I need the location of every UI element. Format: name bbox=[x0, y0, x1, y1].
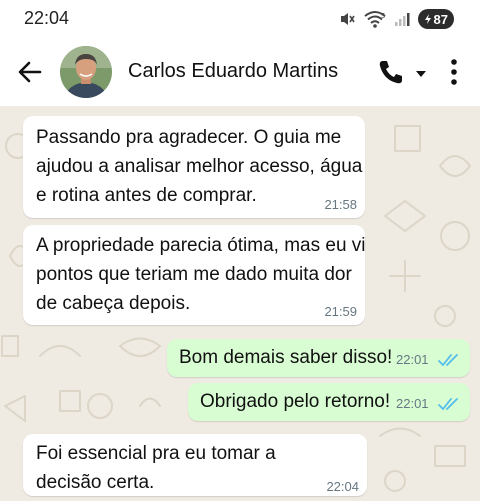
message-text: Obrigado pelo retorno! bbox=[200, 391, 391, 412]
status-icons: 5 87 bbox=[338, 8, 454, 30]
message-text: Bom demais saber disso! bbox=[179, 347, 393, 368]
status-time: 22:04 bbox=[24, 8, 70, 28]
svg-text:5: 5 bbox=[381, 12, 385, 20]
read-ticks-icon bbox=[438, 398, 458, 410]
phone-icon bbox=[379, 61, 402, 84]
message-outgoing[interactable]: Bom demais saber disso! 22:01 bbox=[167, 339, 470, 377]
message-time: 22:04 bbox=[326, 479, 359, 494]
avatar-image bbox=[60, 46, 112, 98]
message-incoming[interactable]: Passando pra agradecer. O guia me ajudou… bbox=[23, 116, 365, 218]
message-text: Foi essencial pra eu tomar a decisão cer… bbox=[36, 443, 276, 493]
battery-icon: 87 bbox=[417, 9, 454, 29]
message-text: A propriedade parecia ótima, mas eu vi p… bbox=[36, 235, 366, 314]
back-button[interactable] bbox=[16, 58, 44, 86]
battery-level: 87 bbox=[433, 11, 448, 27]
chevron-down-icon bbox=[416, 71, 426, 77]
call-options-button[interactable] bbox=[414, 66, 428, 77]
chat-header: Carlos Eduardo Martins bbox=[0, 38, 480, 106]
message-time: 21:59 bbox=[324, 304, 357, 319]
message-incoming[interactable]: A propriedade parecia ótima, mas eu vi p… bbox=[23, 225, 366, 325]
status-bar: 22:04 5 87 bbox=[0, 0, 480, 38]
more-vert-icon bbox=[451, 59, 457, 85]
signal-icon bbox=[394, 11, 410, 27]
read-ticks-icon bbox=[438, 354, 458, 366]
message-time: 22:01 bbox=[396, 352, 429, 367]
message-time: 21:58 bbox=[324, 197, 357, 212]
contact-name[interactable]: Carlos Eduardo Martins bbox=[128, 60, 338, 83]
mute-icon bbox=[338, 10, 356, 28]
more-options-button[interactable] bbox=[446, 56, 462, 88]
message-text: Passando pra agradecer. O guia me ajudou… bbox=[36, 127, 363, 206]
back-arrow-icon bbox=[18, 61, 42, 83]
avatar[interactable] bbox=[60, 46, 112, 98]
wifi-icon: 5 bbox=[363, 10, 386, 28]
message-outgoing[interactable]: Obrigado pelo retorno! 22:01 bbox=[188, 383, 470, 421]
message-incoming[interactable]: Foi essencial pra eu tomar a decisão cer… bbox=[23, 434, 367, 496]
chat-area[interactable]: Passando pra agradecer. O guia me ajudou… bbox=[0, 106, 480, 501]
voice-call-button[interactable] bbox=[376, 58, 406, 86]
message-time: 22:01 bbox=[396, 396, 429, 411]
